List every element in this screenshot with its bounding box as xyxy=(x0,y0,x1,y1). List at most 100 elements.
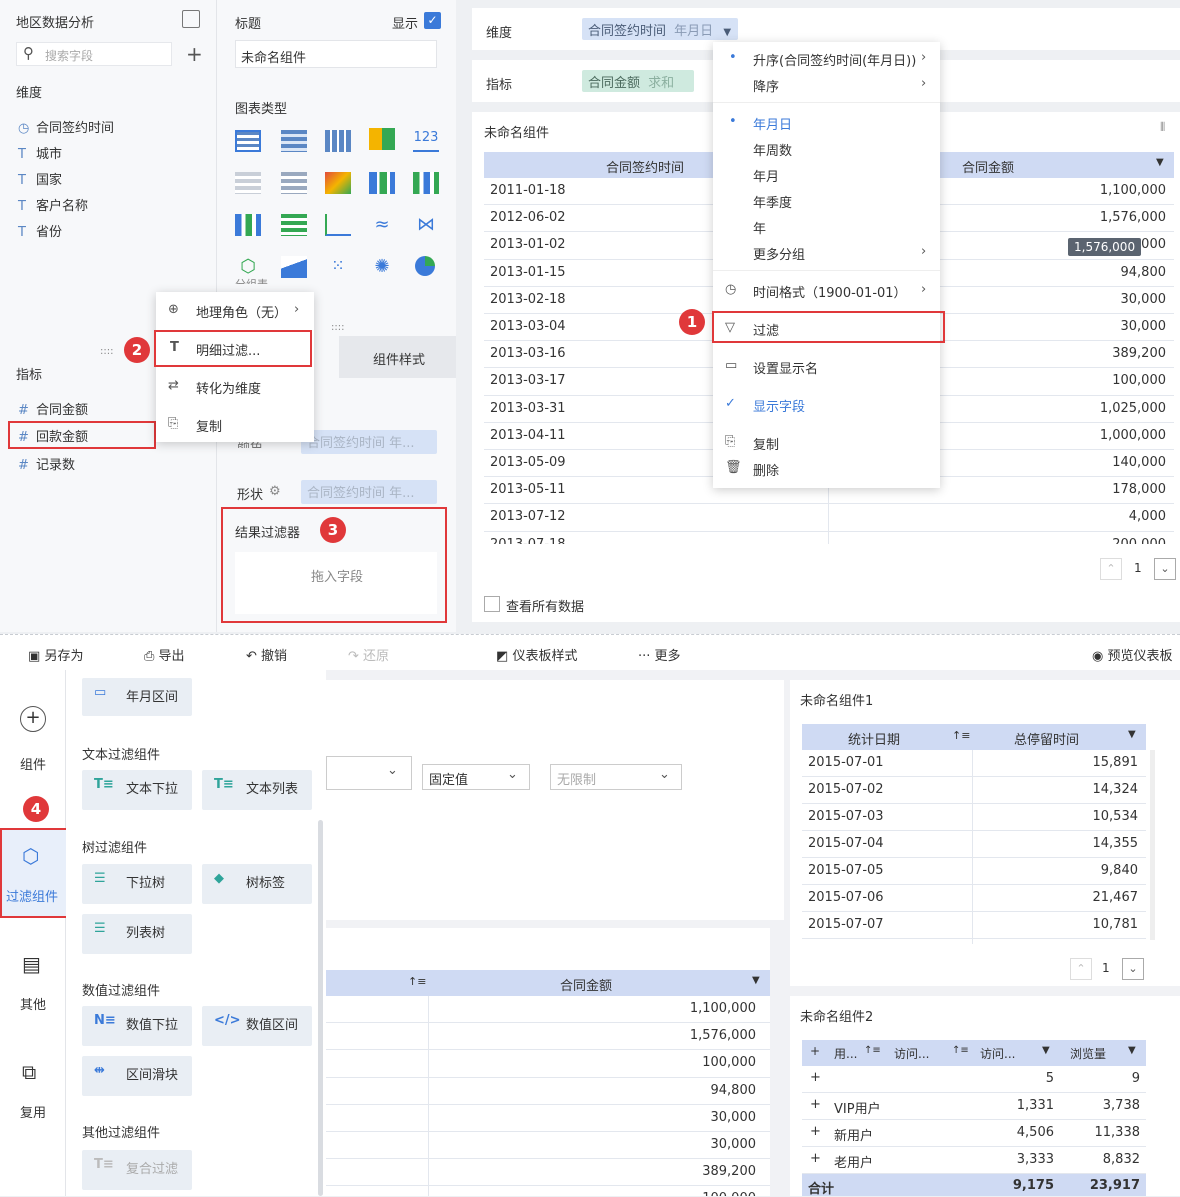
page-up-button[interactable]: ⌃ xyxy=(1070,958,1092,980)
metric-field[interactable]: # 记录数 xyxy=(18,454,75,473)
color-field-pill[interactable]: 合同签约时间 年... xyxy=(301,430,437,454)
switch-dataset-icon[interactable] xyxy=(182,10,200,28)
heat-table-icon[interactable] xyxy=(235,172,261,194)
area-chart-icon[interactable] xyxy=(281,256,307,278)
clock-icon: ◷ xyxy=(18,121,30,136)
dimension-field[interactable]: T 城市 xyxy=(18,143,62,162)
export-button[interactable]: ⎙ 导出 xyxy=(144,645,185,664)
sort-icon[interactable]: ↑≡ xyxy=(408,975,426,988)
search-box[interactable]: ⚲ 搜索字段 xyxy=(16,42,172,66)
column-chart-icon[interactable] xyxy=(235,214,261,236)
bar-chart-icon[interactable] xyxy=(413,172,439,194)
table-chart-icon[interactable] xyxy=(235,130,261,152)
dimension-field[interactable]: ◷ 合同签约时间 xyxy=(18,117,114,136)
expand-icon[interactable]: + xyxy=(810,1151,821,1166)
stacked-bar-icon[interactable] xyxy=(281,214,307,236)
slider-icon: ⇹ xyxy=(94,1063,105,1078)
undo-button[interactable]: ↶ 撤销 xyxy=(246,645,287,664)
save-icon: ▣ xyxy=(28,649,41,664)
sort-caret-icon[interactable]: ▼ xyxy=(1156,157,1164,168)
sort-caret-icon[interactable]: ▼ xyxy=(752,975,760,986)
table-cell: 94,800 xyxy=(1120,264,1167,280)
sort-icon[interactable]: ↑≡ xyxy=(952,1045,969,1056)
dimension-pill[interactable]: 合同签约时间 年月日 ▼ xyxy=(582,18,738,40)
add-field-icon[interactable]: + xyxy=(186,42,203,66)
metric-pill[interactable]: 合同金额 求和 xyxy=(582,70,694,92)
dimension-field[interactable]: T 国家 xyxy=(18,169,62,188)
unlimited-select[interactable]: 无限制 ⌄ xyxy=(550,764,682,790)
page-down-button[interactable]: ⌄ xyxy=(1122,958,1144,980)
view-all-checkbox[interactable] xyxy=(484,596,500,612)
step-chart-icon[interactable] xyxy=(325,214,351,236)
page-down-button[interactable]: ⌄ xyxy=(1154,558,1176,580)
tree-tag-filter[interactable]: ◆ 树标签 xyxy=(202,864,312,904)
sort-caret-icon[interactable]: ▼ xyxy=(1128,1045,1136,1056)
combo-filter[interactable]: T≡ 复合过滤 xyxy=(82,1150,192,1190)
detail-table-icon[interactable] xyxy=(325,130,351,152)
fixed-value-select[interactable]: 固定值 ⌄ xyxy=(422,764,530,790)
grouped-bar-icon[interactable] xyxy=(369,172,395,194)
expand-icon[interactable]: + xyxy=(810,1070,821,1085)
table-row: 100,000 xyxy=(326,1186,770,1196)
scatter-icon[interactable]: ⁙ xyxy=(325,256,351,278)
dimension-field[interactable]: T 省份 xyxy=(18,221,62,240)
title-input[interactable]: 未命名组件 xyxy=(235,40,437,68)
dimension-field[interactable]: T 客户名称 xyxy=(18,195,88,214)
cross-table-icon[interactable] xyxy=(281,130,307,152)
dropdown-tree-filter[interactable]: ☰ 下拉树 xyxy=(82,864,192,904)
list-tree-filter[interactable]: ☰ 列表树 xyxy=(82,914,192,954)
text-dropdown-filter[interactable]: T≡ 文本下拉 xyxy=(82,770,192,810)
bubble-icon[interactable]: ✺ xyxy=(369,256,395,278)
tree-icon: ☰ xyxy=(94,871,106,886)
drag-handle[interactable]: :::: xyxy=(100,346,113,357)
metric-field[interactable]: # 合同金额 xyxy=(18,399,88,418)
page-up-button[interactable]: ⌃ xyxy=(1100,558,1122,580)
nav-other[interactable]: ▤ 其他 xyxy=(0,952,66,1013)
text-type-icon: T xyxy=(18,199,26,214)
preview-button[interactable]: ◉ 预览仪表板 xyxy=(1092,645,1173,664)
radar-icon[interactable]: ⬡ xyxy=(235,256,261,278)
date-range-filter[interactable]: ▭ 年月区间 xyxy=(82,678,192,716)
sort-caret-icon[interactable]: ▼ xyxy=(1042,1045,1050,1056)
kpi-icon[interactable] xyxy=(369,128,395,150)
number-dropdown-filter[interactable]: N≡ 数值下拉 xyxy=(82,1006,192,1046)
text-list-filter[interactable]: T≡ 文本列表 xyxy=(202,770,312,810)
redo-button[interactable]: ↷ 还原 xyxy=(348,645,389,664)
chevron-down-icon: ⌄ xyxy=(659,767,670,782)
dimension-dropdown-menu: • 升序(合同签约时间(年月日)) › 降序 › • 年月日 年周数 年月 年季… xyxy=(713,42,940,488)
search-input[interactable]: 搜索字段 xyxy=(45,47,93,64)
table-cell: 2015-07-04 xyxy=(808,836,884,851)
expand-icon[interactable]: + xyxy=(810,1044,820,1058)
tab-component-style[interactable]: 组件样式 xyxy=(339,336,457,378)
expand-icon[interactable]: + xyxy=(810,1097,821,1112)
scrollbar[interactable] xyxy=(1150,750,1155,940)
nav-component[interactable]: + 组件 xyxy=(0,706,66,776)
heatmap-icon[interactable] xyxy=(325,172,351,194)
pie-chart-icon[interactable] xyxy=(415,256,435,276)
show-checkbox[interactable]: ✓ xyxy=(424,12,441,29)
expand-icon[interactable]: + xyxy=(810,1124,821,1139)
range-slider-filter[interactable]: ⇹ 区间滑块 xyxy=(82,1056,192,1096)
pivot-icon[interactable] xyxy=(281,172,307,194)
sort-caret-icon[interactable]: ▼ xyxy=(1128,729,1136,740)
nav-reuse[interactable]: ⧉ 复用 xyxy=(0,1060,66,1121)
list-scrollbar[interactable] xyxy=(318,820,323,1196)
chart-settings-icon[interactable]: ⦀ xyxy=(1160,120,1165,135)
sort-icon[interactable]: ↑≡ xyxy=(864,1045,881,1056)
widget-2: 未命名组件2 + 用... ↑≡ 访问... ↑≡ 访问... ▼ 浏览量 ▼ … xyxy=(790,996,1180,1197)
save-as-button[interactable]: ▣ 另存为 xyxy=(28,645,83,664)
caret-down-icon: ▼ xyxy=(723,27,732,38)
number-icon[interactable]: 123 xyxy=(413,130,439,152)
chart-type-cut-label: 分组表 xyxy=(235,276,268,284)
shape-field-pill[interactable]: 合同签约时间 年... xyxy=(301,480,437,504)
wave-chart-icon[interactable]: ≈ xyxy=(369,214,395,236)
filter-component-list: ▭ 年月区间 文本过滤组件 T≡ 文本下拉 T≡ 文本列表 树过滤组件 ☰ 下拉树 ◆ 树… xyxy=(66,670,326,1196)
condition-select[interactable]: ⌄ xyxy=(326,756,412,790)
drag-handle[interactable]: :::: xyxy=(331,322,344,333)
sort-icon[interactable]: ↑≡ xyxy=(952,729,970,742)
more-button[interactable]: ··· 更多 xyxy=(638,645,681,664)
line-area-icon[interactable]: ⋈ xyxy=(413,214,439,236)
shape-settings-icon[interactable]: ⚙ xyxy=(269,484,281,499)
dashboard-style-button[interactable]: ◩ 仪表板样式 xyxy=(496,645,577,664)
number-range-filter[interactable]: </> 数值区间 xyxy=(202,1006,312,1046)
